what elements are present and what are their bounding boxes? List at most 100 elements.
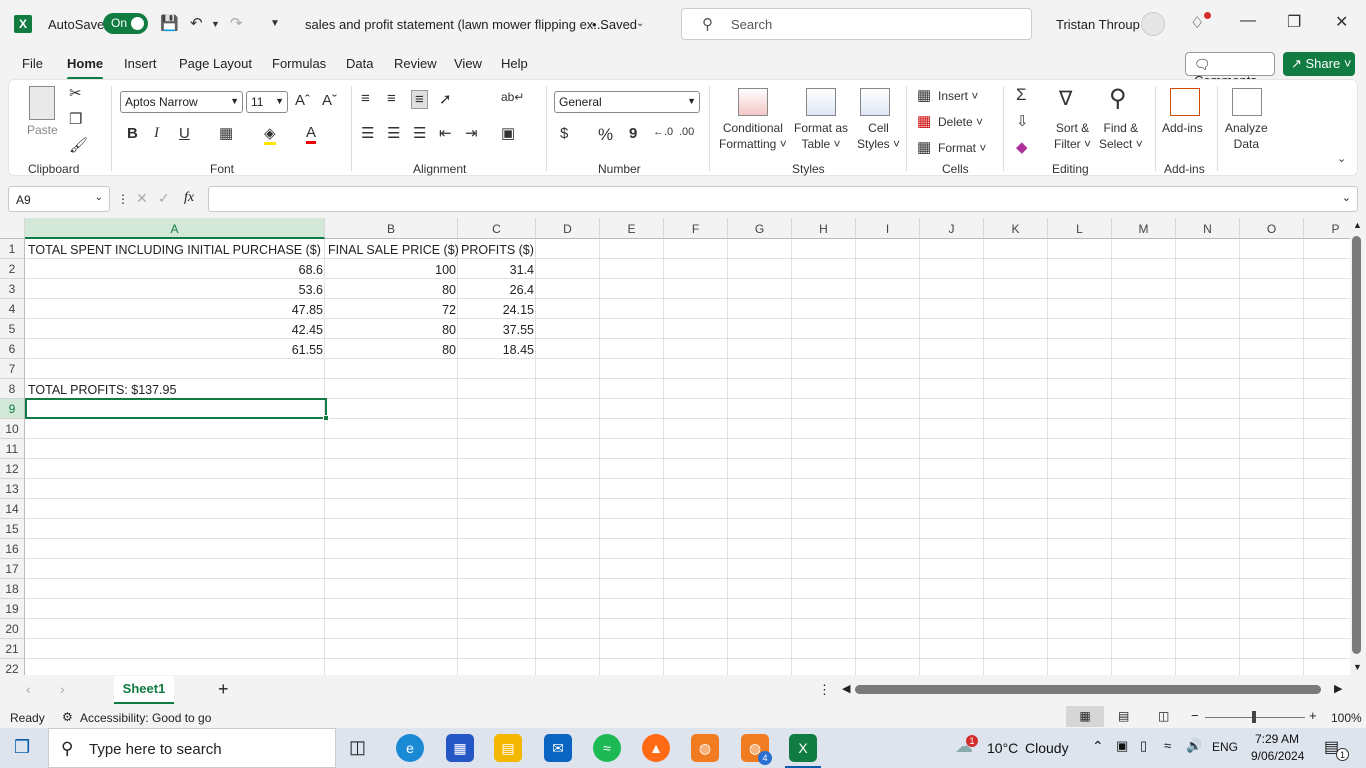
- number-format-select[interactable]: General ▼: [554, 91, 700, 113]
- cell-B2[interactable]: 100: [325, 260, 459, 280]
- document-title[interactable]: sales and profit statement (lawn mower f…: [305, 17, 604, 32]
- italic-button[interactable]: I: [154, 125, 159, 142]
- cell-C2[interactable]: 31.4: [458, 260, 537, 280]
- tab-data[interactable]: Data: [346, 56, 373, 71]
- column-header-N[interactable]: N: [1176, 218, 1240, 239]
- tab-help[interactable]: Help: [501, 56, 528, 71]
- volume-icon[interactable]: 🔊: [1186, 738, 1202, 754]
- find-select-icon[interactable]: ⚲: [1109, 84, 1127, 113]
- cancel-entry-icon[interactable]: ✕: [136, 190, 148, 207]
- tab-view[interactable]: View: [454, 56, 482, 71]
- zoom-level[interactable]: 100%: [1331, 711, 1362, 725]
- font-name-select[interactable]: Aptos Narrow ▼: [120, 91, 243, 113]
- bold-button[interactable]: B: [127, 125, 138, 142]
- cell-C3[interactable]: 26.4: [458, 280, 537, 300]
- column-header-M[interactable]: M: [1112, 218, 1176, 239]
- row-header-4[interactable]: 4: [0, 299, 25, 319]
- accessibility-icon[interactable]: ⚙: [62, 710, 73, 724]
- selected-cell-A9[interactable]: [25, 398, 327, 419]
- percent-button[interactable]: %: [598, 125, 613, 145]
- excel-taskbar-icon[interactable]: X: [785, 734, 821, 768]
- decrease-indent-icon[interactable]: ⇤: [439, 124, 452, 142]
- cell-B1[interactable]: FINAL SALE PRICE ($): [328, 240, 459, 260]
- row-header-10[interactable]: 10: [0, 419, 25, 439]
- column-header-O[interactable]: O: [1240, 218, 1304, 239]
- sort-filter-icon[interactable]: ∇: [1059, 86, 1072, 111]
- cell-B6[interactable]: 80: [325, 340, 459, 360]
- row-header-18[interactable]: 18: [0, 579, 25, 599]
- format-as-table-icon[interactable]: [806, 88, 836, 116]
- column-header-P[interactable]: P: [1304, 218, 1350, 239]
- scroll-left-icon[interactable]: ◀: [842, 682, 850, 695]
- row-header-7[interactable]: 7: [0, 359, 25, 379]
- insert-cells-icon[interactable]: ▦: [917, 86, 931, 104]
- align-top-icon[interactable]: ≡: [361, 90, 370, 107]
- cell-A4[interactable]: 47.85: [25, 300, 326, 320]
- row-header-8[interactable]: 8: [0, 379, 25, 399]
- zoom-slider-thumb[interactable]: [1252, 711, 1256, 723]
- formula-input[interactable]: ⌄: [208, 186, 1358, 212]
- cell-A1[interactable]: TOTAL SPENT INCLUDING INITIAL PURCHASE (…: [28, 240, 321, 260]
- fill-icon[interactable]: ⇩: [1016, 112, 1029, 130]
- meet-now-icon[interactable]: ▣: [1116, 738, 1128, 754]
- next-sheet-icon[interactable]: ›: [60, 681, 65, 697]
- cell-A2[interactable]: 68.6: [25, 260, 326, 280]
- row-header-11[interactable]: 11: [0, 439, 25, 459]
- row-header-6[interactable]: 6: [0, 339, 25, 359]
- cell-A8[interactable]: TOTAL PROFITS: $137.95: [28, 380, 176, 400]
- prev-sheet-icon[interactable]: ‹: [26, 681, 31, 697]
- horizontal-scroll-thumb[interactable]: [855, 685, 1321, 694]
- delete-cells-button[interactable]: Delete ˅: [938, 114, 983, 130]
- worksheet-grid[interactable]: ABCDEFGHIJKLMNOP 1 2 3 4 5 6 7 8 9 10 11 12 13 14 15 16…: [0, 218, 1350, 675]
- add-ins-button[interactable]: Add-ins: [1162, 120, 1203, 136]
- column-header-A[interactable]: A: [25, 218, 325, 239]
- underline-button[interactable]: U: [179, 125, 190, 142]
- row-header-20[interactable]: 20: [0, 619, 25, 639]
- clock-time[interactable]: 7:29 AM: [1255, 732, 1299, 746]
- tab-insert[interactable]: Insert: [124, 56, 157, 71]
- app-orange-icon[interactable]: ▲: [642, 734, 670, 762]
- zoom-in-icon[interactable]: +: [1309, 708, 1317, 723]
- row-header-19[interactable]: 19: [0, 599, 25, 619]
- row-header-21[interactable]: 21: [0, 639, 25, 659]
- sort-filter-button[interactable]: Sort & Filter ˅: [1054, 120, 1091, 152]
- close-icon[interactable]: ✕: [1335, 12, 1348, 32]
- app-hands-icon[interactable]: ◍: [691, 734, 719, 762]
- format-cells-icon[interactable]: ▦: [917, 138, 931, 156]
- column-header-C[interactable]: C: [458, 218, 536, 239]
- cell-styles-icon[interactable]: [860, 88, 890, 116]
- confirm-entry-icon[interactable]: ✓: [158, 190, 170, 207]
- align-center-icon[interactable]: ☰: [387, 124, 400, 142]
- row-header-5[interactable]: 5: [0, 319, 25, 339]
- avatar[interactable]: [1141, 12, 1165, 36]
- tab-review[interactable]: Review: [394, 56, 437, 71]
- minimize-icon[interactable]: —: [1240, 12, 1256, 30]
- paste-icon[interactable]: [29, 86, 55, 120]
- saved-status[interactable]: • Saved: [592, 17, 637, 32]
- mail-icon[interactable]: ✉: [544, 734, 572, 762]
- add-ins-icon[interactable]: [1170, 88, 1200, 116]
- insert-function-button[interactable]: fx: [184, 190, 194, 206]
- share-button[interactable]: ↗ Share ˅: [1283, 52, 1355, 76]
- undo-icon[interactable]: ↶: [190, 14, 203, 32]
- column-header-H[interactable]: H: [792, 218, 856, 239]
- cell-C4[interactable]: 24.15: [458, 300, 537, 320]
- format-painter-icon[interactable]: 🖌: [69, 136, 88, 154]
- column-header-F[interactable]: F: [664, 218, 728, 239]
- analyze-data-button[interactable]: Analyze Data: [1225, 120, 1268, 152]
- page-break-view-icon[interactable]: ◫: [1158, 709, 1169, 723]
- battery-icon[interactable]: ▯: [1140, 738, 1147, 754]
- language-indicator[interactable]: ENG: [1212, 740, 1238, 754]
- column-header-J[interactable]: J: [920, 218, 984, 239]
- sheet-tab-sheet1[interactable]: Sheet1: [114, 676, 174, 704]
- row-header-16[interactable]: 16: [0, 539, 25, 559]
- clock-date[interactable]: 9/06/2024: [1251, 749, 1304, 763]
- font-color-icon[interactable]: A: [306, 124, 317, 144]
- currency-button[interactable]: $: [560, 125, 568, 142]
- collapse-ribbon-icon[interactable]: ⌄: [1337, 152, 1346, 165]
- premium-diamond-icon[interactable]: ♢: [1190, 13, 1204, 33]
- column-header-K[interactable]: K: [984, 218, 1048, 239]
- increase-font-icon[interactable]: Aˆ: [295, 92, 310, 109]
- more-icon[interactable]: ⋮: [117, 192, 129, 206]
- column-header-B[interactable]: B: [325, 218, 458, 239]
